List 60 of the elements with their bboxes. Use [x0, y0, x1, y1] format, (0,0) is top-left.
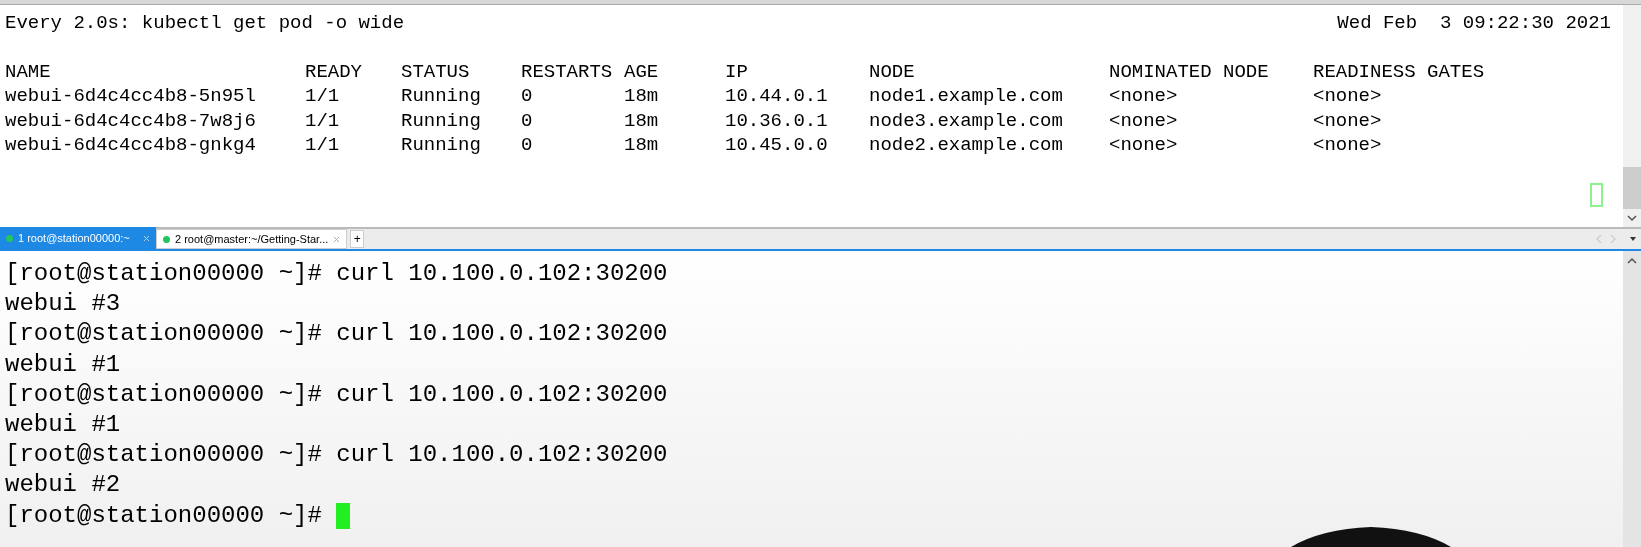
table-cell: webui-6d4c4cc4b8-7w8j6: [5, 109, 256, 132]
table-cell: node1.example.com: [869, 85, 1063, 107]
column-header: NAME: [5, 60, 51, 83]
table-cell: webui-6d4c4cc4b8-5n95l: [5, 85, 256, 107]
table-cell: Running: [401, 134, 481, 156]
table-cell: 10.45.0.0: [725, 134, 828, 156]
tab-label: 1 root@station00000:~: [18, 230, 130, 246]
table-cell: <none>: [1109, 85, 1178, 107]
terminal-line: [root@station00000 ~]# curl 10.100.0.102:30200: [5, 379, 668, 410]
terminal-line: [root@station00000 ~]# curl 10.100.0.102:30200: [5, 440, 668, 471]
table-cell: 1/1: [305, 85, 340, 107]
tab-label: 2 root@master:~/Getting-Star...: [175, 231, 329, 247]
table-cell: 18m: [624, 134, 659, 156]
table-cell: 10.44.0.1: [725, 85, 828, 107]
column-header: NODE: [869, 60, 915, 83]
column-header: IP: [725, 60, 748, 83]
shell-prompt: [root@station00000 ~]#: [5, 500, 322, 531]
scrollbar-thumb[interactable]: [1623, 167, 1641, 209]
scroll-down-icon[interactable]: [1626, 212, 1638, 224]
table-cell: node3.example.com: [869, 109, 1063, 132]
table-cell: 0: [521, 134, 533, 156]
table-cell: <none>: [1313, 85, 1382, 107]
new-tab-button[interactable]: +: [350, 230, 365, 248]
column-header: RESTARTS: [521, 60, 613, 83]
column-header: READY: [305, 60, 362, 83]
terminal-line: webui #3: [5, 289, 121, 320]
dropdown-icon[interactable]: [1629, 236, 1637, 242]
terminal-line: webui #1: [5, 410, 121, 440]
terminal-cursor: [335, 502, 350, 529]
watch-command: Every 2.0s: kubectl get pod -o wide: [5, 11, 405, 36]
column-header: READINESS GATES: [1313, 60, 1485, 83]
table-cell: 0: [521, 85, 533, 107]
table-cell: <none>: [1109, 109, 1178, 132]
column-header: STATUS: [401, 60, 470, 83]
column-header: AGE: [624, 60, 659, 83]
table-cell: <none>: [1313, 109, 1382, 132]
column-header: NOMINATED NODE: [1109, 60, 1269, 83]
table-cell: 1/1: [305, 109, 340, 132]
terminal-tab[interactable]: 1 root@station00000:~: [0, 227, 156, 249]
table-cell: <none>: [1313, 134, 1382, 156]
table-cell: Running: [401, 109, 481, 132]
table-cell: webui-6d4c4cc4b8-gnkg4: [5, 134, 256, 156]
close-icon[interactable]: [333, 235, 341, 243]
table-cell: Running: [401, 85, 481, 107]
terminal-line: webui #1: [5, 349, 121, 380]
terminal-line: webui #2: [5, 470, 121, 501]
table-cell: <none>: [1109, 134, 1178, 156]
table-cell: 10.36.0.1: [725, 109, 828, 132]
table-cell: 18m: [624, 85, 659, 107]
table-cell: 0: [521, 109, 533, 132]
timestamp: Wed Feb 3 09:22:30 2021: [1337, 11, 1611, 36]
terminal-tab[interactable]: 2 root@master:~/Getting-Star...: [156, 229, 348, 249]
tab-scroll-icon[interactable]: [1595, 234, 1617, 244]
table-cell: node2.example.com: [869, 134, 1063, 156]
close-icon[interactable]: [143, 234, 150, 242]
cursor-outline: [1590, 183, 1603, 207]
terminal-line: [root@station00000 ~]# curl 10.100.0.102:30200: [5, 259, 668, 289]
table-cell: 1/1: [305, 134, 340, 156]
table-cell: 18m: [624, 109, 659, 132]
terminal-line: [root@station00000 ~]# curl 10.100.0.102:30200: [5, 319, 668, 350]
